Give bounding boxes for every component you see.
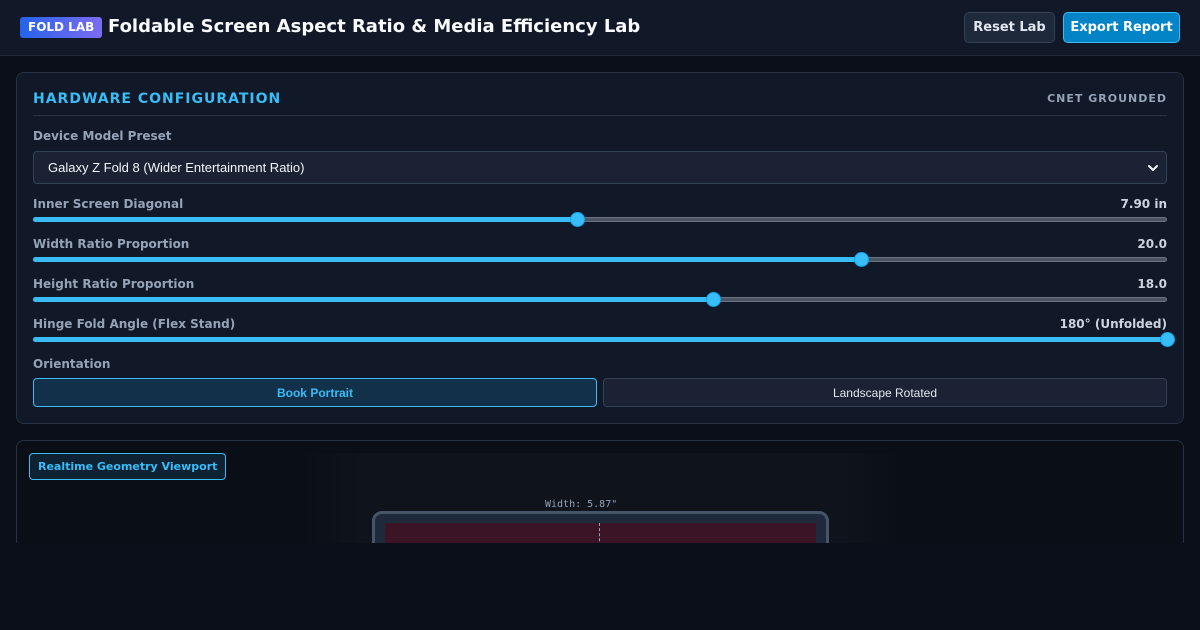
slider-fill (33, 337, 1167, 342)
slider-fill (33, 217, 578, 222)
landscape-rotated-button[interactable]: Landscape Rotated (603, 378, 1167, 407)
panel-title: HARDWARE CONFIGURATION (33, 91, 282, 107)
slider-thumb[interactable] (706, 292, 722, 307)
device-preset-label: Device Model Preset (33, 129, 172, 143)
hardware-configuration-panel: HARDWARE CONFIGURATION CNET GROUNDED Dev… (16, 72, 1184, 424)
width-ratio-value: 20.0 (1137, 237, 1167, 251)
page-background (0, 543, 1200, 630)
hinge-angle-label: Hinge Fold Angle (Flex Stand) (33, 317, 236, 331)
hinge-angle-value: 180° (Unfolded) (1059, 317, 1167, 331)
device-preset-value: Galaxy Z Fold 8 (Wider Entertainment Rat… (48, 160, 305, 175)
reset-lab-button[interactable]: Reset Lab (964, 12, 1055, 43)
screen-diagonal-label: Inner Screen Diagonal (33, 197, 184, 211)
device-preset-select[interactable]: Galaxy Z Fold 8 (Wider Entertainment Rat… (33, 151, 1167, 184)
app-header: FOLD LAB Foldable Screen Aspect Ratio & … (0, 0, 1200, 56)
slider-fill (33, 257, 861, 262)
height-ratio-slider[interactable] (33, 291, 1167, 309)
viewport-badge: Realtime Geometry Viewport (29, 453, 227, 480)
panel-divider (33, 115, 1167, 116)
screen-diagonal-slider[interactable] (33, 211, 1167, 229)
slider-thumb[interactable] (1160, 332, 1175, 347)
orientation-label: Orientation (33, 357, 111, 371)
screen-diagonal-value: 7.90 in (1120, 197, 1167, 211)
slider-thumb[interactable] (570, 212, 586, 227)
book-portrait-button[interactable]: Book Portrait (33, 378, 597, 407)
height-ratio-value: 18.0 (1137, 277, 1167, 291)
slider-thumb[interactable] (853, 252, 869, 267)
app-logo-badge: FOLD LAB (20, 17, 103, 38)
slider-fill (33, 297, 714, 302)
width-ratio-label: Width Ratio Proportion (33, 237, 190, 251)
app-title: Foldable Screen Aspect Ratio & Media Eff… (108, 16, 641, 37)
width-dimension-label: Width: 5.87" (545, 499, 618, 510)
source-tag: CNET GROUNDED (1047, 92, 1167, 105)
height-ratio-label: Height Ratio Proportion (33, 277, 195, 291)
width-ratio-slider[interactable] (33, 251, 1167, 269)
chevron-down-icon (1148, 165, 1158, 171)
export-report-button[interactable]: Export Report (1063, 12, 1180, 43)
hinge-angle-slider[interactable] (33, 331, 1175, 349)
